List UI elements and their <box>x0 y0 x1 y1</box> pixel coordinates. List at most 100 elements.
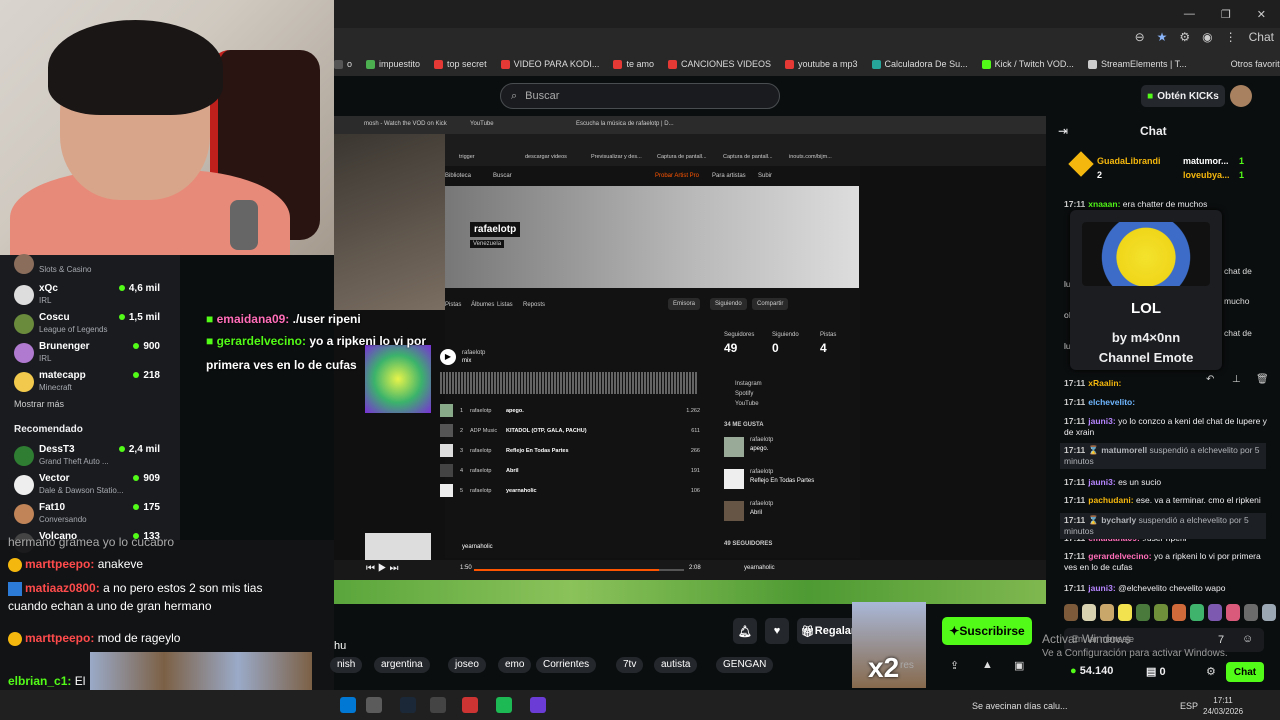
inner-browser-tab: YouTube <box>470 121 494 127</box>
emote-icon[interactable] <box>1118 604 1132 621</box>
profile-icon[interactable]: ◉ <box>1202 30 1212 44</box>
chat-username[interactable]: bycharly <box>1101 515 1136 525</box>
emote-icon[interactable] <box>1100 604 1114 621</box>
emote-icon[interactable] <box>1262 604 1276 621</box>
clip-icon[interactable]: ▣ <box>1014 659 1024 672</box>
track-row[interactable]: 1 rafaelotp apego. 1.262 <box>440 404 700 418</box>
copilot-chat-button[interactable]: Chat <box>1249 30 1274 44</box>
stream-tag[interactable]: GENGAN <box>716 657 774 673</box>
emote-icon[interactable] <box>1172 604 1186 621</box>
sidebar-channel[interactable]: Coscu League of Legends 1,5 mil <box>14 312 174 340</box>
track-row[interactable]: 3 rafaelotp Reflejo En Todas Partes 266 <box>440 444 700 458</box>
bookmark-item[interactable]: youtube a mp3 <box>784 59 858 69</box>
stream-tag[interactable]: autista <box>654 657 698 673</box>
get-kicks-button[interactable]: ■ Obtén KICKs <box>1141 85 1225 107</box>
stream-tag[interactable]: nish <box>330 657 363 673</box>
bookmark-item[interactable]: StreamElements | T... <box>1087 59 1187 69</box>
search-input[interactable]: ⌕ Buscar <box>500 83 780 109</box>
sidebar-channel[interactable]: xQc IRL 4,6 mil <box>14 283 174 311</box>
show-more-link[interactable]: Mostrar más <box>14 399 64 409</box>
channel-name: Fat10 <box>39 502 66 513</box>
stream-tag[interactable]: emo <box>498 657 532 673</box>
emote-icon[interactable] <box>1226 604 1240 621</box>
discord-icon[interactable] <box>530 697 546 713</box>
menu-icon[interactable]: ⋮ <box>1225 30 1237 44</box>
channel-points[interactable]: ● 54.140 <box>1070 665 1113 677</box>
play-icon[interactable]: ▶ <box>440 349 456 365</box>
reply-icon[interactable]: ↶ <box>1206 374 1214 385</box>
chat-username[interactable]: gerardelvecino: <box>1088 551 1151 561</box>
track-row[interactable]: 2 ADP Music KITADOL (OTP, GALA, PACHU) 611 <box>440 424 700 438</box>
bookmark-item[interactable]: CANCIONES VIDEOS <box>667 59 771 69</box>
emote-icon[interactable] <box>1244 604 1258 621</box>
gift-button[interactable]: 🎁︎ Regalar <box>797 618 859 644</box>
app-icon[interactable] <box>366 697 382 713</box>
gift-count[interactable]: ▤ 0 <box>1146 665 1166 678</box>
close-icon[interactable]: ✕ <box>1257 8 1266 21</box>
maximize-icon[interactable]: ❐ <box>1221 8 1231 21</box>
stream-tag[interactable]: joseo <box>448 657 486 673</box>
avatar[interactable] <box>1230 85 1252 107</box>
stream-tag[interactable]: argentina <box>374 657 430 673</box>
bookmark-item[interactable]: top secret <box>434 59 487 69</box>
settings-icon[interactable]: ⚙ <box>1206 665 1216 678</box>
emote-icon[interactable] <box>1064 604 1078 621</box>
sidebar-channel[interactable]: Brunenger IRL 900 <box>14 341 174 369</box>
player-progress[interactable] <box>474 569 684 571</box>
chat-username[interactable]: jauni3: <box>1088 583 1115 593</box>
spotify-icon[interactable] <box>496 697 512 713</box>
video-editor-icon[interactable] <box>462 697 478 713</box>
zoom-icon[interactable]: ⊖ <box>1135 30 1145 44</box>
player-controls-icon[interactable]: ⏮ ▶ ⏭ <box>366 563 398 574</box>
pin-icon[interactable]: ⊥ <box>1232 374 1241 385</box>
emote-icon[interactable] <box>1082 604 1096 621</box>
emote-icon[interactable] <box>1208 604 1222 621</box>
collapse-chat-icon[interactable]: ⇥ <box>1058 124 1068 138</box>
chat-username[interactable]: elchevelito: <box>1088 397 1135 407</box>
bookmark-item[interactable]: Kick / Twitch VOD... <box>981 59 1074 69</box>
subscribe-button[interactable]: ✦ Suscribirse <box>942 617 1032 645</box>
clock[interactable]: 17:11 24/03/2026 <box>1203 695 1243 717</box>
emote-icon[interactable] <box>1154 604 1168 621</box>
chat-username[interactable]: xRaalin: <box>1088 378 1121 388</box>
track-row[interactable]: 5 rafaelotp yearnaholic 106 <box>440 484 700 498</box>
minimize-icon[interactable]: — <box>1184 8 1195 20</box>
emote-icon[interactable] <box>1190 604 1204 621</box>
track-row[interactable]: 4 rafaelotp Abril 191 <box>440 464 700 478</box>
delete-icon[interactable]: 🗑︎ <box>1256 374 1269 385</box>
sidebar-channel[interactable]: Fat10 Conversando 175 <box>14 502 174 530</box>
extensions-icon[interactable]: ⚙ <box>1179 30 1190 44</box>
app-icon[interactable] <box>430 697 446 713</box>
stream-tag[interactable]: 7tv <box>616 657 644 673</box>
bell-icon[interactable]: 🔔︎ <box>733 618 757 644</box>
emote-icon[interactable] <box>1136 604 1150 621</box>
other-favorites[interactable]: Otros favoritos <box>1231 59 1280 69</box>
share-icon[interactable]: ⇪ <box>950 659 959 672</box>
chat-username[interactable]: jauni3: <box>1088 416 1115 426</box>
chat-username[interactable]: pachudani: <box>1088 495 1133 505</box>
bookmark-item[interactable]: te amo <box>613 59 654 69</box>
bookmark-item[interactable]: impuestito <box>366 59 420 69</box>
sidebar-channel[interactable]: DessT3 Grand Theft Auto ... 2,4 mil <box>14 444 174 472</box>
emoji-icon[interactable]: ☺ <box>1242 633 1253 645</box>
stream-tag[interactable]: Corrientes <box>536 657 597 673</box>
chat-username[interactable]: jauni3: <box>1088 477 1115 487</box>
sidebar-channel[interactable]: matecapp Minecraft 218 <box>14 370 174 398</box>
bookmark-item[interactable]: Calculadora De Su... <box>871 59 968 69</box>
send-chat-button[interactable]: Chat <box>1226 662 1264 682</box>
chat-username[interactable]: xnaaan: <box>1088 199 1120 209</box>
sidebar-channel[interactable]: Slots & Casino <box>14 252 174 280</box>
report-icon[interactable]: ▲ <box>982 659 993 671</box>
7tv-icon[interactable]: 7 <box>1218 634 1224 646</box>
gift-icon: 🎁︎ <box>800 625 815 638</box>
chat-username[interactable]: matumorell <box>1101 445 1147 455</box>
weather-widget[interactable]: Se avecinan días calu... <box>972 701 1068 711</box>
edge-icon[interactable] <box>340 697 356 713</box>
heart-icon[interactable]: ♥ <box>765 618 789 644</box>
bookmark-item[interactable]: VIDEO PARA KODI... <box>500 59 599 69</box>
language-indicator[interactable]: ESP <box>1180 701 1198 711</box>
bookmark-item[interactable]: o <box>334 59 352 69</box>
sidebar-channel[interactable]: Vector Dale & Dawson Statio... 909 <box>14 473 174 501</box>
star-icon[interactable]: ★ <box>1157 30 1168 44</box>
steam-icon[interactable] <box>400 697 416 713</box>
